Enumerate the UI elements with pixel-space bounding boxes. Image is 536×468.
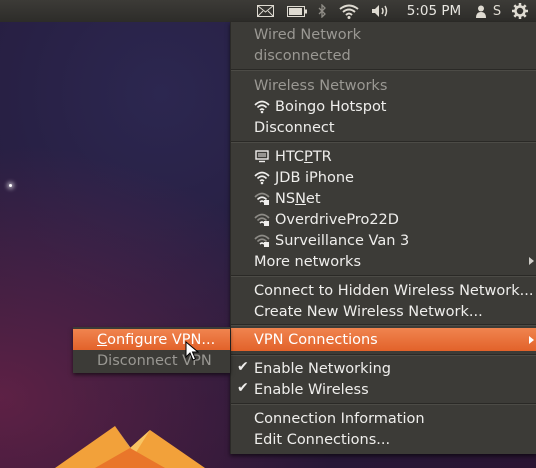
edit-connections-item[interactable]: Edit Connections... [231,429,536,450]
network-item-nsnet[interactable]: NSNet [231,188,536,209]
menu-separator [231,275,536,277]
menu-separator [231,354,536,356]
connect-hidden-network-item[interactable]: Connect to Hidden Wireless Network... [231,280,536,301]
configure-vpn-item[interactable]: Configure VPN... [73,329,230,350]
network-item-overdrivepro22d[interactable]: OverdrivePro22D [231,209,536,230]
bluetooth-icon[interactable] [316,0,328,22]
wifi-signal-icon [254,100,270,114]
top-panel: 5:05 PM S [0,0,536,22]
menu-separator [231,69,536,71]
gear-icon[interactable] [510,0,530,22]
chevron-right-icon [529,257,534,265]
disconnect-item[interactable]: Disconnect [231,117,536,138]
wired-network-status: disconnected [254,47,351,64]
menu-separator [231,324,536,326]
mail-icon[interactable] [255,0,275,22]
network-item-jdb-iphone[interactable]: JDB iPhone [231,167,536,188]
disconnect-vpn-item: Disconnect VPN [97,352,212,369]
create-new-network-item[interactable]: Create New Wireless Network... [231,301,536,322]
more-networks-item[interactable]: More networks [231,251,536,272]
network-menu: Wired Network disconnected Wireless Netw… [230,22,536,454]
clock[interactable]: 5:05 PM [401,0,467,22]
user-name[interactable]: S [491,0,503,22]
enable-wireless-item[interactable]: ✔ Enable Wireless [231,379,536,400]
battery-icon[interactable] [286,0,308,22]
computer-icon [255,150,269,163]
chevron-right-icon [529,336,534,344]
volume-icon[interactable] [370,0,392,22]
wired-network-header: Wired Network [254,26,361,43]
network-item-htcptr[interactable]: HTCPTR [231,146,536,167]
connection-information-item[interactable]: Connection Information [231,408,536,429]
wifi-secure-icon [254,234,270,247]
star-decoration [9,184,12,187]
connected-network-item[interactable]: Boingo Hotspot [231,96,536,117]
mouse-pointer-icon [185,341,199,361]
vpn-connections-item[interactable]: VPN Connections [231,328,536,351]
vpn-submenu: Configure VPN... Disconnect VPN [73,327,230,373]
network-item-surveillance-van-3[interactable]: Surveillance Van 3 [231,230,536,251]
checkmark-icon: ✔ [237,359,249,375]
menu-separator [231,141,536,143]
checkmark-icon: ✔ [237,380,249,396]
wifi-signal-icon [254,171,270,185]
wifi-secure-icon [254,192,270,205]
wallpaper-shape [55,426,205,468]
wireless-networks-header: Wireless Networks [254,77,388,94]
enable-networking-item[interactable]: ✔ Enable Networking [231,358,536,379]
wifi-secure-icon [254,213,270,226]
wifi-icon[interactable] [337,0,361,22]
menu-separator [231,403,536,405]
user-icon[interactable] [474,0,488,22]
